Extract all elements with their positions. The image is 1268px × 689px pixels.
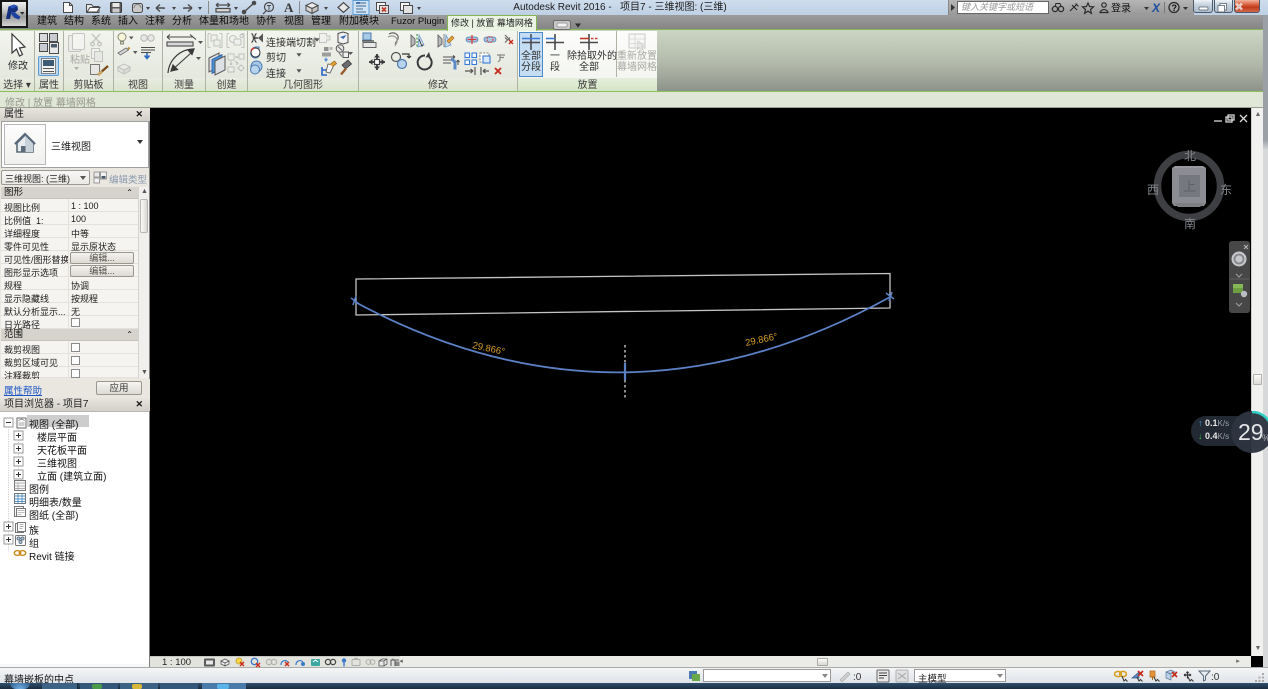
svg-text:粘贴: 粘贴	[70, 53, 90, 66]
svg-text:南: 南	[1184, 216, 1196, 231]
svg-text:北: 北	[1184, 149, 1196, 163]
svg-text:修改: 修改	[8, 59, 28, 72]
svg-text::0: :0	[1211, 672, 1220, 683]
svg-text:29: 29	[1238, 419, 1264, 445]
svg-text:登录: 登录	[1111, 2, 1131, 15]
svg-text:东: 东	[1220, 183, 1232, 197]
svg-text:上: 上	[1183, 179, 1196, 194]
svg-text:A: A	[284, 0, 294, 15]
svg-text:%: %	[1262, 433, 1268, 443]
svg-text:?: ?	[1172, 3, 1178, 13]
svg-text:X: X	[1151, 1, 1161, 15]
svg-text::0: :0	[853, 672, 862, 682]
svg-text:西: 西	[1147, 183, 1159, 197]
svg-text:29.866°: 29.866°	[744, 331, 779, 349]
